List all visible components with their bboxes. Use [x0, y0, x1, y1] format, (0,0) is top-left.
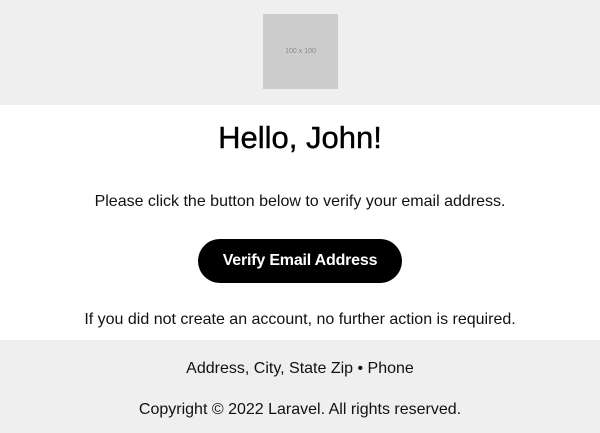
greeting-heading: Hello, John! — [218, 120, 382, 155]
email-body: Hello, John! Please click the button bel… — [0, 105, 600, 340]
logo-placeholder-label: 100 x 100 — [285, 48, 316, 55]
intro-text: Please click the button below to verify … — [94, 193, 506, 210]
email-footer: Address, City, State Zip • Phone Copyrig… — [0, 340, 600, 433]
footer-address: Address, City, State Zip • Phone — [186, 360, 414, 377]
email-header: 100 x 100 — [0, 0, 600, 105]
verify-email-button[interactable]: Verify Email Address — [198, 239, 402, 283]
footer-copyright: Copyright © 2022 Laravel. All rights res… — [138, 401, 462, 418]
outro-text: If you did not create an account, no fur… — [84, 311, 516, 328]
logo-placeholder-image: 100 x 100 — [263, 14, 338, 89]
